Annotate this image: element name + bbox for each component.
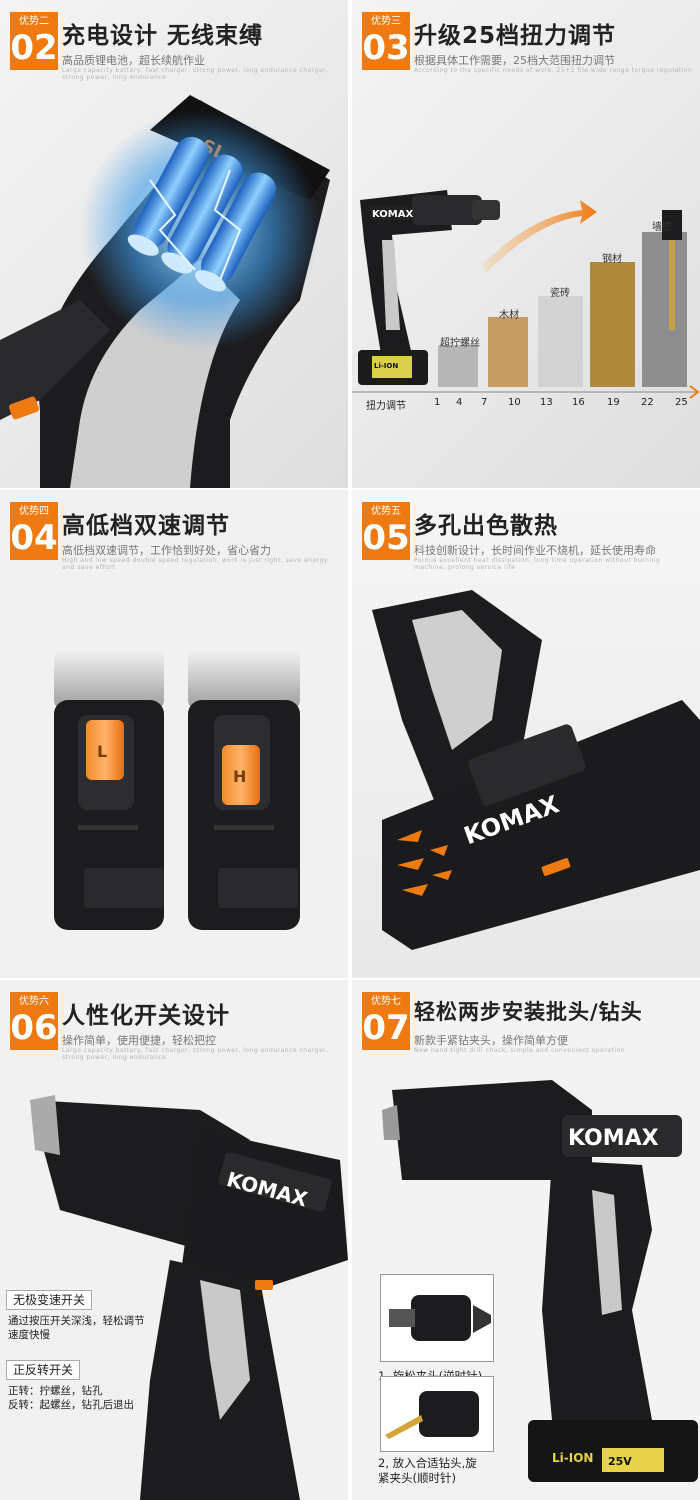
battery-label: Li-ION: [374, 362, 398, 370]
feature-panel-charging: SL 优势二 02 充电设计 无线束缚 高品质锂电池，超长续航作业 Large …: [0, 0, 348, 488]
feature-title: 升级25档扭力调节: [414, 23, 617, 49]
feature-panel-torque: KOMAX Li-ION 超拧螺丝 木材 瓷砖 钢材 墙壁 扭力调节 1 4 7: [352, 0, 700, 488]
feature-badge: 优势三 03: [362, 12, 410, 70]
feature-panel-switch: KOMAX 无极变速开关 通过按压开关深浅，轻松调节 速度快慢 正反转开关 正转…: [0, 980, 348, 1500]
feature-badge: 优势五 05: [362, 502, 410, 560]
chuck-loosen-image: [380, 1274, 494, 1362]
material-label: 墙壁: [652, 222, 672, 233]
feature-panel-heat: KOMAX 优势五 05 多孔出色散热 科技创新设计，长时间作业不烧机，延长使用…: [352, 490, 700, 978]
feature-subtitle: 高品质锂电池，超长续航作业: [62, 54, 205, 67]
material-label: 钢材: [602, 254, 622, 265]
feature-subtitle: 根据具体工作需要，25档大范围扭力调节: [414, 54, 615, 67]
badge-number: 02: [10, 28, 58, 68]
badge-number: 07: [362, 1008, 410, 1048]
badge-number: 04: [10, 518, 58, 558]
battery-label: Li-ION: [552, 1451, 593, 1465]
axis-tick: 13: [540, 397, 553, 408]
material-label: 瓷砖: [550, 288, 570, 299]
feature-badge: 优势六 06: [10, 992, 58, 1050]
feature-panel-speed: L H 优势四 04 高低档双速调节 高低档双速调节，工作恰到好处，省心省力 H…: [0, 490, 348, 978]
feature-subtitle: 高低档双速调节，工作恰到好处，省心省力: [62, 544, 271, 557]
axis-label: 扭力调节: [366, 401, 406, 412]
feature-subtitle: 新款手紧钻夹头，操作简单方便: [414, 1034, 568, 1047]
description-line: 速度快慢: [8, 1329, 50, 1341]
switch-label-reverse: 正反转开关: [6, 1360, 81, 1380]
switch-description: 通过按压开关深浅，轻松调节 速度快慢: [8, 1314, 145, 1342]
feature-english-caption: High and low speed double speed regulati…: [62, 557, 329, 571]
feature-title: 高低档双速调节: [62, 513, 230, 539]
axis-tick: 16: [572, 397, 585, 408]
feature-panel-chuck: KOMAX Li-ION 25V 1, 旋松夹头(逆时针) 2, 放入合适钻头,…: [352, 980, 700, 1500]
step-line: 2, 放入合适钻头,旋: [378, 1456, 477, 1470]
description-line: 反转：起螺丝，钻孔后退出: [8, 1399, 134, 1411]
product-feature-page: SL 优势二 02 充电设计 无线束缚 高品质锂电池，超长续航作业 Large …: [0, 0, 700, 1500]
description-line: 通过按压开关深浅，轻松调节: [8, 1315, 145, 1327]
badge-number: 05: [362, 518, 410, 558]
material-label: 超拧螺丝: [440, 338, 480, 349]
feature-title: 人性化开关设计: [62, 1003, 230, 1029]
feature-title: 充电设计 无线束缚: [62, 23, 264, 49]
badge-number: 03: [362, 28, 410, 68]
brand-logo: KOMAX: [568, 1126, 659, 1151]
axis-tick: 22: [641, 397, 654, 408]
feature-title: 轻松两步安装批头/钻头: [414, 1000, 643, 1024]
speed-mark-high: H: [233, 767, 246, 786]
badge-number: 06: [10, 1008, 58, 1048]
switch-label-variable-speed: 无极变速开关: [6, 1290, 93, 1310]
material-label: 木材: [499, 310, 519, 321]
feature-badge: 优势四 04: [10, 502, 58, 560]
install-step-2: 2, 放入合适钻头,旋 紧夹头(顺时针): [378, 1456, 477, 1486]
feature-english-caption: New hand tight drill chuck, simple and c…: [414, 1047, 626, 1054]
speed-mark-low: L: [97, 742, 107, 761]
axis-tick: 19: [607, 397, 620, 408]
switch-description: 正转：拧螺丝，钻孔 反转：起螺丝，钻孔后退出: [8, 1384, 134, 1412]
step-line: 紧夹头(顺时针): [378, 1471, 456, 1485]
axis-tick: 7: [481, 397, 488, 408]
feature-title: 多孔出色散热: [414, 513, 558, 539]
feature-subtitle: 科技创新设计，长时间作业不烧机，延长使用寿命: [414, 544, 656, 557]
chuck-insert-bit-image: [380, 1376, 494, 1452]
battery-voltage: 25V: [608, 1455, 632, 1468]
axis-tick: 4: [456, 397, 463, 408]
feature-english-caption: Large capacity battery, fast charger, st…: [62, 1047, 329, 1061]
feature-badge: 优势七 07: [362, 992, 410, 1050]
feature-subtitle: 操作简单，使用便捷，轻松把控: [62, 1034, 216, 1047]
description-line: 正转：拧螺丝，钻孔: [8, 1385, 103, 1397]
feature-badge: 优势二 02: [10, 12, 58, 70]
feature-english-caption: Large capacity battery, fast charger, st…: [62, 67, 329, 81]
axis-tick: 10: [508, 397, 521, 408]
axis-tick: 25: [675, 397, 688, 408]
svg-text:KOMAX: KOMAX: [372, 209, 413, 220]
feature-english-caption: Porous excellent heat dissipation, long …: [414, 557, 661, 571]
axis-tick: 1: [434, 397, 441, 408]
feature-english-caption: According to the specific needs of work,…: [414, 67, 693, 74]
